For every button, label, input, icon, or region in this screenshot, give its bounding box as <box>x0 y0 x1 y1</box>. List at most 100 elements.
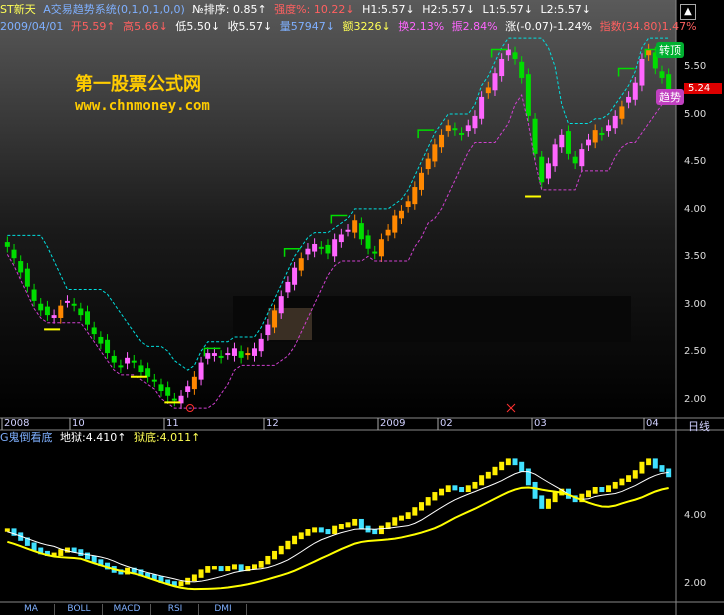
candle <box>105 339 111 354</box>
indicator-bar <box>205 566 211 573</box>
indicator-bar <box>218 566 224 572</box>
indicator-bar <box>586 490 591 498</box>
candle <box>64 300 70 303</box>
watermark-title: 第一股票公式网 <box>75 74 201 95</box>
candle <box>91 327 97 335</box>
indicator-bar <box>619 478 625 486</box>
candle <box>71 303 77 306</box>
period-label[interactable]: 日线 <box>688 418 710 434</box>
candle <box>252 348 257 356</box>
indicator-bar <box>532 481 538 499</box>
candle <box>606 125 612 132</box>
candle <box>565 131 571 154</box>
open-value: 开5.59↑ <box>70 20 116 33</box>
watermark-url: www.chnmoney.com <box>75 98 210 114</box>
candle <box>612 115 618 129</box>
candle <box>185 386 191 392</box>
candle <box>432 144 438 162</box>
tab-rsi[interactable]: RSI <box>152 604 199 615</box>
prison-line <box>7 486 669 591</box>
candle <box>18 261 24 273</box>
price-tick-label: 2.50 <box>684 346 707 358</box>
high-value: 高5.66↓ <box>123 20 168 33</box>
date-tick-label: 12 <box>266 418 279 429</box>
indicator-bar <box>485 471 491 479</box>
candle <box>525 74 531 116</box>
indicator-name: A交易趋势系统(0,1,0,1,0,0) <box>43 3 185 16</box>
candle <box>332 239 338 257</box>
candle <box>499 58 505 77</box>
candle <box>198 362 204 380</box>
date-tick-label: 11 <box>166 418 179 429</box>
candle <box>31 289 37 301</box>
candle <box>519 61 525 78</box>
candle <box>425 158 431 170</box>
indicator-bar <box>211 566 217 570</box>
indicator-bar <box>552 492 558 503</box>
indicator-bar <box>659 465 665 472</box>
candle <box>419 172 424 190</box>
candle <box>125 357 131 364</box>
candle <box>78 308 84 316</box>
indicator-bar <box>305 529 311 536</box>
h2-value: H2:5.57↓ <box>422 3 475 16</box>
date-tick-label: 2008 <box>4 418 30 429</box>
candle <box>646 49 652 56</box>
indicator-bar <box>405 512 411 519</box>
candle <box>111 355 117 363</box>
indicator-bar <box>398 515 404 521</box>
candle <box>272 310 278 328</box>
index-value: 指数(34.80)1.47% <box>599 20 697 33</box>
candle <box>392 215 398 233</box>
tab-ma[interactable]: MA <box>8 604 55 615</box>
candle <box>265 324 271 336</box>
indicator-bar <box>338 524 344 530</box>
indicator-bar <box>512 458 518 466</box>
tab-dmi[interactable]: DMI <box>200 604 247 615</box>
lower-indicator-name: G鬼倒看底 <box>0 431 53 444</box>
lower-indicator-header: G鬼倒看底 地狱:4.410↑ 狱底:4.011↑ <box>0 431 204 445</box>
indicator-bar <box>325 529 331 535</box>
indicator-bar <box>419 502 424 511</box>
indicator-bar <box>272 550 278 560</box>
indicator-bar <box>499 461 505 471</box>
indicator-bar <box>285 540 291 550</box>
header-row-2: 2009/04/01 开5.59↑ 高5.66↓ 低5.50↓ 收5.57↓ 量… <box>0 20 701 34</box>
candle <box>131 360 137 363</box>
rank-label: №排序: <box>192 3 230 16</box>
date-tick-label: 03 <box>534 418 547 429</box>
date-tick-label: 04 <box>646 418 659 429</box>
indicator-bar <box>639 461 645 474</box>
h1-value: H1:5.57↓ <box>362 3 415 16</box>
candle <box>171 398 177 401</box>
indicator-bar <box>378 525 384 535</box>
strength-value: 10.22↓ <box>313 3 355 16</box>
volume-value: 量57947↓ <box>279 20 335 33</box>
candle <box>4 242 10 247</box>
candle <box>479 96 485 119</box>
candle <box>539 156 545 183</box>
candle <box>358 223 364 240</box>
price-tick-label: 4.50 <box>684 156 707 168</box>
indicator-bar <box>298 532 304 540</box>
candle <box>345 229 351 232</box>
indicator-bar <box>352 518 358 526</box>
candle <box>472 115 478 129</box>
candle <box>378 239 384 257</box>
indicator-bar <box>198 569 204 578</box>
candle <box>405 201 411 207</box>
lower-hell-value: 地狱:4.410↑ <box>60 431 127 444</box>
indicator-bar <box>545 498 551 509</box>
indicator-bar <box>599 487 605 493</box>
candle <box>238 351 244 358</box>
l1-value: L1:5.57↓ <box>482 3 533 16</box>
indicator-bar <box>392 517 398 526</box>
candle <box>492 73 498 91</box>
tab-boll[interactable]: BOLL <box>56 604 103 615</box>
candle <box>24 268 30 287</box>
date-tick-label: 2009 <box>380 418 406 429</box>
indicator-bar <box>479 475 485 486</box>
candle <box>459 132 465 135</box>
tab-macd[interactable]: MACD <box>104 604 151 615</box>
scroll-up-icon[interactable]: ▲ <box>680 4 696 20</box>
